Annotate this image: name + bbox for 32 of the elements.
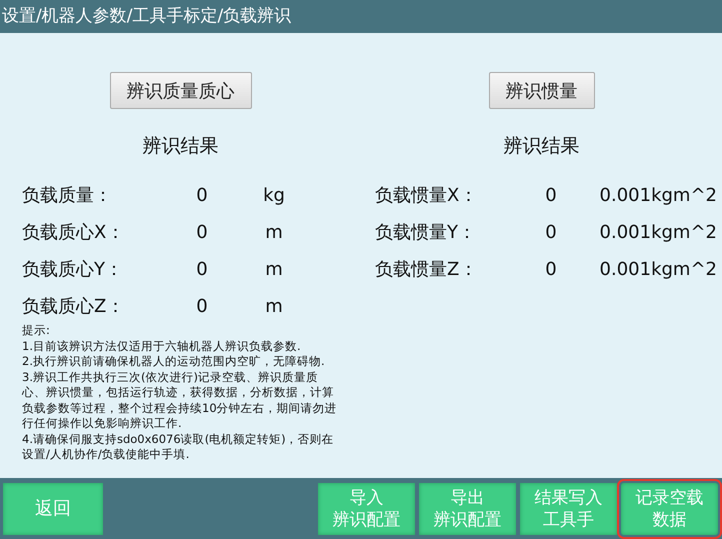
parameter-value: 0 <box>544 222 558 242</box>
parameter-unit: m <box>264 296 284 316</box>
parameter-value: 0 <box>195 222 209 242</box>
result-heading: 辨识结果 <box>142 134 218 159</box>
identify-button[interactable]: 辨识质量质心 <box>110 72 252 109</box>
parameter-label: 负载质量： <box>22 184 113 207</box>
action-button[interactable]: 导入 辨识配置 <box>318 483 415 535</box>
parameter-label: 负载质心Z： <box>22 295 126 318</box>
back-button[interactable]: 返回 <box>3 483 103 535</box>
identify-button[interactable]: 辨识惯量 <box>488 72 594 109</box>
parameter-label: 负载惯量X： <box>375 184 478 207</box>
parameter-value: 0 <box>195 258 209 280</box>
action-button[interactable]: 结果写入 工具手 <box>520 483 617 535</box>
parameter-label: 负载惯量Z： <box>375 258 478 281</box>
parameter-unit: 0.001kgm^2 <box>598 184 717 206</box>
parameter-unit: m <box>264 258 284 280</box>
parameter-label: 负载惯量Y： <box>375 221 477 244</box>
parameter-unit: m <box>264 222 284 242</box>
parameter-value: 0 <box>195 296 209 316</box>
parameter-label: 负载质心X： <box>22 221 126 244</box>
action-button[interactable]: 导出 辨识配置 <box>419 483 516 535</box>
parameter-value: 0 <box>195 184 209 206</box>
parameter-value: 0 <box>544 184 558 206</box>
parameter-unit: 0.001kgm^2 <box>598 258 717 280</box>
parameter-unit: 0.001kgm^2 <box>598 222 717 242</box>
parameter-unit: kg <box>262 184 286 206</box>
action-button[interactable]: 记录空载 数据 <box>621 483 718 535</box>
parameter-value: 0 <box>544 258 558 280</box>
result-heading: 辨识结果 <box>504 134 580 159</box>
breadcrumb-title: 设置/机器人参数/工具手标定/负载辨识 <box>0 0 722 33</box>
parameter-label: 负载质心Y： <box>22 258 124 281</box>
hint-text: 提示: 1.目前该辨识方法仅适用于六轴机器人辨识负载参数. 2.执行辨识前请确保机器人的运动范围内空旷，无障碍物. 3.辨识工作共执行三次(依次进行)记录空载、辨识质量质心、辨识惯量，包括运行轨迹，获得数据，分析数据，计算负载参数等过程，整个过程会持续10分钟左右，期间请勿进行任何操作以免影响辨识工作. 4.请确保伺服支持sdo0x6076读取(电机额定转矩)，否则在设置/人机协作/负载使能中手填. <box>22 323 338 462</box>
